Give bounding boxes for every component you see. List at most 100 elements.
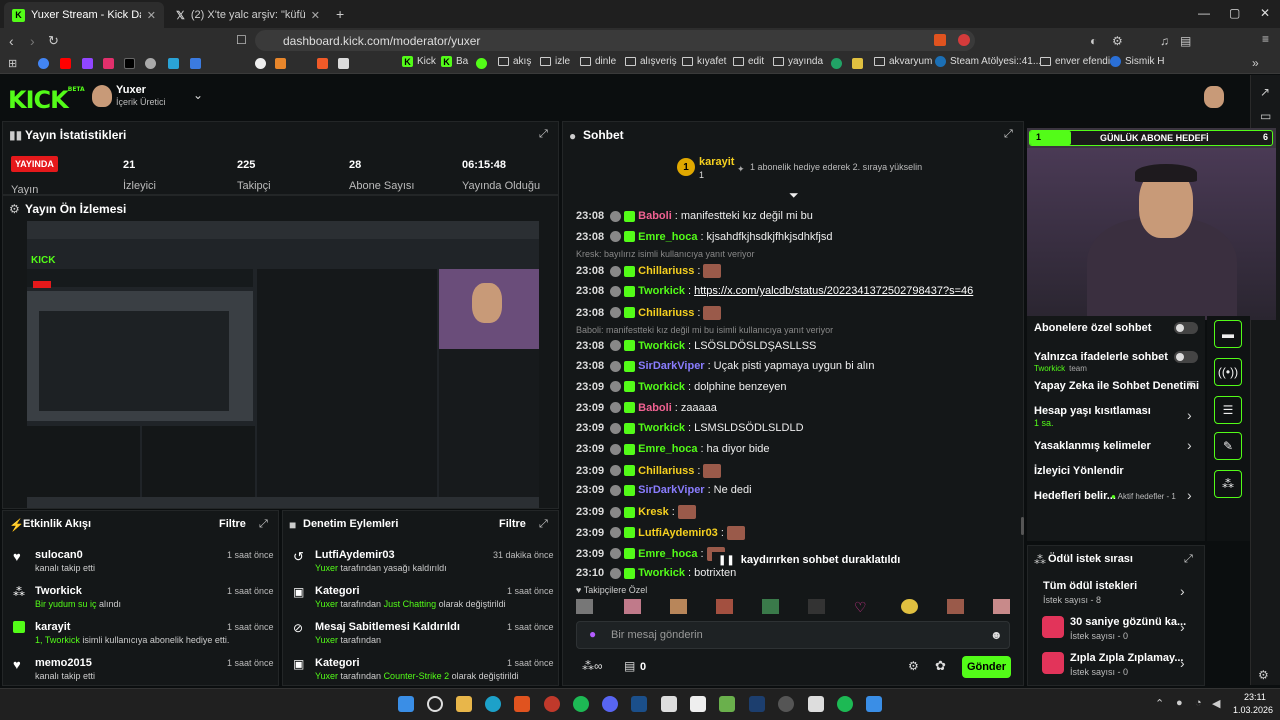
ai-moderation-label[interactable]: Yapay Zeka ile Sohbet Denetimi [1034, 380, 1199, 392]
chat-message[interactable]: 23:08 Tworkick: https://x.com/yalcdb/statu… [576, 285, 973, 297]
clock-date[interactable]: 1.03.2026 [1233, 705, 1273, 715]
settings-gear-icon[interactable]: ⚙ [1258, 668, 1269, 682]
brave-rewards-icon[interactable] [958, 34, 970, 46]
edge-icon[interactable] [485, 696, 501, 712]
bookmark-folder[interactable]: akış [498, 56, 531, 67]
emote-icon[interactable] [624, 599, 641, 614]
chevron-right-icon[interactable]: › [1187, 437, 1192, 453]
message-username[interactable]: SirDarkViper [638, 360, 704, 372]
bookmark-kick[interactable]: K Kick [402, 56, 436, 67]
app-icon[interactable] [719, 696, 735, 712]
chat-message[interactable]: 23:09 Emre_hoca: ha diyor bide [576, 443, 770, 455]
message-username[interactable]: Baboli [638, 210, 672, 222]
bookmark-folder[interactable]: edit [733, 56, 764, 67]
chevron-right-icon[interactable]: › [1187, 487, 1192, 503]
raid-label[interactable]: İzleyici Yönlendir [1034, 465, 1124, 477]
message-username[interactable]: Emre_hoca [638, 548, 697, 560]
bookmark-folder[interactable]: akvaryum [874, 56, 932, 67]
app-icon[interactable] [661, 696, 677, 712]
brave-icon[interactable] [514, 696, 530, 712]
emoji-icon[interactable]: ☻ [990, 628, 1003, 642]
message-username[interactable]: Tworkick [638, 340, 685, 352]
chat-message[interactable]: 23:09 Tworkick: dolphine benzeyen [576, 381, 786, 393]
spotify-icon[interactable] [573, 696, 589, 712]
bookmark-icon[interactable] [190, 58, 201, 69]
chat-message[interactable]: 23:08 Chillariuss: [576, 305, 722, 320]
reload-icon[interactable]: ↻ [48, 33, 59, 49]
chevron-right-icon[interactable]: › [1180, 655, 1185, 671]
bookmark-icon[interactable]: ☐ [236, 33, 247, 47]
more-bookmarks-icon[interactable]: » [1252, 56, 1259, 70]
steam-icon[interactable] [631, 696, 647, 712]
github-icon[interactable] [145, 58, 156, 69]
sidebar-icon[interactable]: ▤ [1180, 34, 1191, 48]
brave-shield-icon[interactable] [934, 34, 946, 46]
google-icon[interactable] [38, 58, 49, 69]
twitch-icon[interactable] [82, 58, 93, 69]
extension-icon[interactable]: ⚙ [1112, 34, 1123, 48]
network-icon[interactable]: ◔ [1195, 697, 1202, 709]
message-username[interactable]: Chillariuss [638, 307, 694, 319]
send-button[interactable]: Gönder [962, 656, 1011, 678]
chat-message[interactable]: 23:08 Tworkick: LSÖSLDÖSLDŞASLLSS [576, 340, 816, 352]
bookmark-icon[interactable] [852, 58, 863, 69]
emote-icon[interactable] [576, 599, 593, 614]
chat-message[interactable]: 23:09 LutfiAydemir03: [576, 525, 745, 540]
spotify-icon[interactable] [837, 696, 853, 712]
reward-name[interactable]: Tüm ödül istekleri [1043, 580, 1137, 592]
chat-message[interactable]: 23:09 Tworkick: LSMSLDSÖDLSLDLD [576, 422, 804, 434]
chat-message[interactable]: 23:08 Baboli: manifestteki kız değil mi bu [576, 210, 813, 222]
bookmark-icon[interactable] [275, 58, 286, 69]
bookmark-steam[interactable]: Steam Atölyesi::41... [935, 56, 1041, 67]
gift-chest-icon[interactable]: ▤ [624, 659, 635, 673]
chat-input[interactable]: ● Bir mesaj gönderin ☻ [576, 621, 1010, 649]
message-link[interactable]: https://x.com/yalcdb/status/202234137250… [694, 285, 973, 297]
expand-icon[interactable]: ⤢ [539, 128, 548, 141]
minimize-icon[interactable]: — [1198, 6, 1210, 20]
bookmark-icon[interactable] [317, 58, 328, 69]
emote-only-chat-toggle[interactable] [1174, 351, 1198, 363]
emote-icon[interactable] [947, 599, 964, 614]
chat-settings-gear-icon[interactable]: ⚙ [908, 659, 919, 673]
photoshop-icon[interactable] [749, 696, 765, 712]
channel-points-icon[interactable]: ⁂∞ [582, 659, 603, 673]
chat-message[interactable]: 23:09 SirDarkViper: Ne dedi [576, 484, 752, 496]
app-icon[interactable] [690, 696, 706, 712]
bookmark-folder[interactable]: enver efendi [1040, 56, 1110, 67]
chat-scrollbar[interactable] [1021, 517, 1024, 535]
message-username[interactable]: Baboli [638, 402, 672, 414]
heart-emote-icon[interactable]: ♡ [854, 599, 871, 615]
volume-icon[interactable]: ◀ [1212, 697, 1220, 710]
emote-icon[interactable] [901, 599, 918, 614]
extension-icon[interactable]: ◐ [1090, 34, 1097, 48]
menu-icon[interactable]: ≡ [1262, 32, 1269, 46]
bookmark-folder[interactable]: izle [540, 56, 570, 67]
tray-chevron-icon[interactable]: ⌃ [1155, 697, 1164, 710]
message-username[interactable]: Emre_hoca [638, 443, 697, 455]
list-icon[interactable]: ☰ [1214, 396, 1242, 424]
file-explorer-icon[interactable] [456, 696, 472, 712]
chat-message[interactable]: 23:10 Tworkick: botrixten [576, 567, 736, 579]
panel-icon[interactable]: ▭ [1260, 109, 1271, 123]
bookmark-folder[interactable]: kıyafet [682, 56, 726, 67]
expand-icon[interactable]: ⤢ [1184, 553, 1193, 566]
message-username[interactable]: Kresk [638, 506, 669, 518]
emote-icon[interactable] [716, 599, 733, 614]
instagram-icon[interactable] [103, 58, 114, 69]
chat-message[interactable]: 23:09 Baboli: zaaaaa [576, 402, 717, 414]
expand-icon[interactable]: ⤢ [259, 518, 268, 531]
broadcast-icon[interactable]: ((•)) [1214, 358, 1242, 386]
opera-icon[interactable] [544, 696, 560, 712]
wrench-icon[interactable]: ✎ [1214, 432, 1242, 460]
bookmark-ba[interactable]: K Ba [441, 56, 468, 67]
emote-icon[interactable] [670, 599, 687, 614]
bookmark-icon[interactable] [831, 58, 842, 69]
chat-message[interactable]: 23:08 SirDarkViper: Uçak pisti yapmaya uyg… [576, 360, 874, 372]
app-icon[interactable] [778, 696, 794, 712]
emote-icon[interactable] [993, 599, 1010, 614]
reward-name[interactable]: 30 saniye gözünü ka... [1070, 616, 1186, 628]
tab-x-archive[interactable]: 𝕏 (2) X'te yalc arşiv: "küfür eden papağ… [168, 2, 328, 28]
message-username[interactable]: Tworkick [638, 422, 685, 434]
activity-filter-button[interactable]: Filtre [219, 518, 246, 530]
kick-logo[interactable]: KICKBETA [8, 86, 85, 114]
